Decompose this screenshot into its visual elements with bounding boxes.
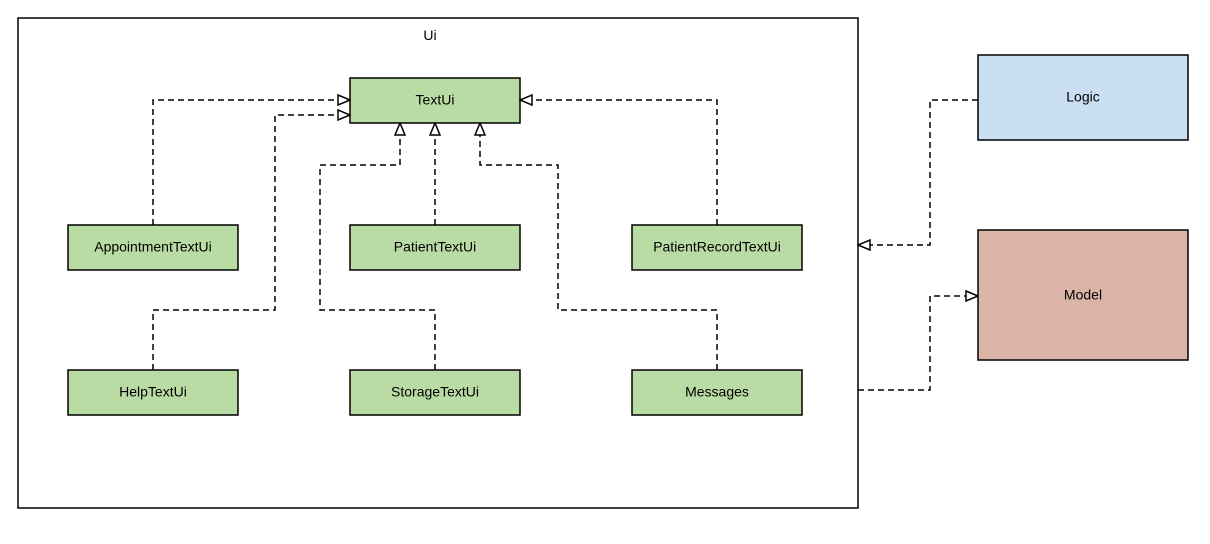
class-storage-label: StorageTextUi xyxy=(391,384,479,400)
uml-diagram: Ui TextUi AppointmentTextUi PatientTextU… xyxy=(0,0,1210,544)
class-model-label: Model xyxy=(1064,287,1102,303)
class-patientrecord-label: PatientRecordTextUi xyxy=(653,239,781,255)
dep-logic-ui xyxy=(858,100,978,245)
dep-patientrecord-textui xyxy=(520,100,717,225)
package-title: Ui xyxy=(423,27,436,43)
class-patient-label: PatientTextUi xyxy=(394,239,476,255)
class-textui-label: TextUi xyxy=(416,92,455,108)
class-logic-label: Logic xyxy=(1066,89,1099,105)
dep-appointment-textui xyxy=(153,100,350,225)
class-help-label: HelpTextUi xyxy=(119,384,187,400)
class-appointment-label: AppointmentTextUi xyxy=(94,239,212,255)
dep-ui-model xyxy=(858,296,978,390)
class-messages-label: Messages xyxy=(685,384,749,400)
